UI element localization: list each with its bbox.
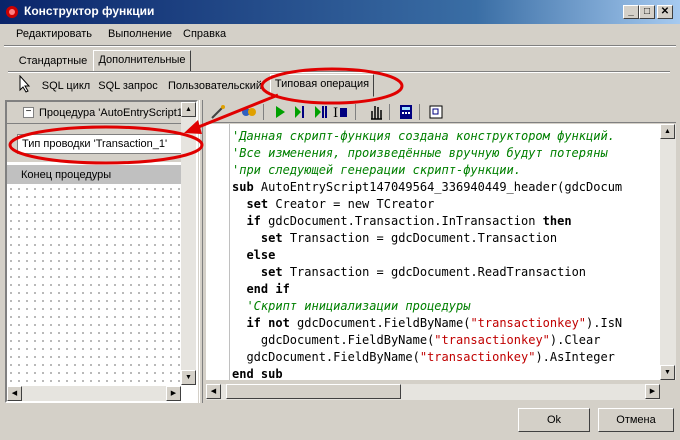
annotation-ellipse-tab: [260, 67, 404, 105]
annotation-layer: [8, 67, 404, 165]
annotation-ellipse-step: [8, 125, 204, 165]
annotation-arrow-head: [184, 120, 202, 134]
annotation-arrow-line: [195, 93, 279, 130]
